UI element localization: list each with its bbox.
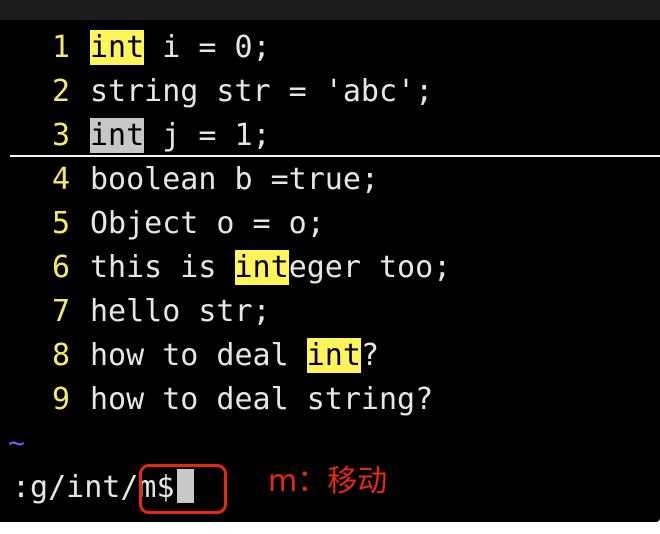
buffer-line[interactable]: 8 how to deal int? [0,334,660,378]
line-number: 9 [51,382,70,417]
line-number: 4 [51,162,70,197]
annotation-highlight-box [139,464,227,514]
code-segment: boolean b =true; [90,162,379,197]
buffer-line[interactable]: 4 boolean b =true; [0,158,660,202]
code-segment: ? [360,338,379,373]
search-match: int [234,250,289,285]
line-text: how to deal int? [90,334,379,378]
code-segment: eger too; [288,250,452,285]
buffer-line[interactable]: 5 Object o = o; [0,202,660,246]
cursor-line-underline [10,155,660,157]
buffer-line[interactable]: 2 string str = 'abc'; [0,70,660,114]
buffer-line[interactable]: 6 this is integer too; [0,246,660,290]
buffer-line[interactable]: 9 how to deal string? [0,378,660,422]
code-segment: how to deal [90,338,307,373]
annotation-label: m：移动 [268,464,388,499]
code-segment: i = 0; [144,30,271,65]
terminal-window: 1 int i = 0; 2 string str = 'abc'; 3 int j = … [0,0,660,522]
line-number: 8 [51,338,70,373]
code-segment: hello str; [90,294,271,329]
line-text: string str = 'abc'; [90,70,433,114]
search-match: int [306,338,361,373]
code-segment: j = 1; [144,118,271,153]
code-segment: this is [90,250,235,285]
line-text: int i = 0; [90,26,271,70]
search-match: int [90,118,145,153]
buffer-line[interactable]: 3 int j = 1; [0,114,660,158]
line-number: 3 [51,118,70,153]
line-text: how to deal string? [90,378,433,422]
line-number: 2 [51,74,70,109]
line-text: hello str; [90,290,271,334]
search-match: int [90,30,145,65]
line-text: boolean b =true; [90,158,379,202]
code-segment: Object o = o; [90,206,325,241]
line-number: 5 [51,206,70,241]
line-number: 7 [51,294,70,329]
code-segment: how to deal string? [90,382,434,417]
buffer-line[interactable]: 1 int i = 0; [0,26,660,70]
line-text: this is integer too; [90,246,451,290]
line-text: int j = 1; [90,114,271,158]
line-number: 1 [51,30,70,65]
line-text: Object o = o; [90,202,325,246]
code-segment: string str = 'abc'; [90,74,434,109]
buffer-line[interactable]: 7 hello str; [0,290,660,334]
line-number: 6 [51,250,70,285]
terminal-top-bar [0,0,660,20]
empty-line-tilde: ~ [8,426,25,459]
